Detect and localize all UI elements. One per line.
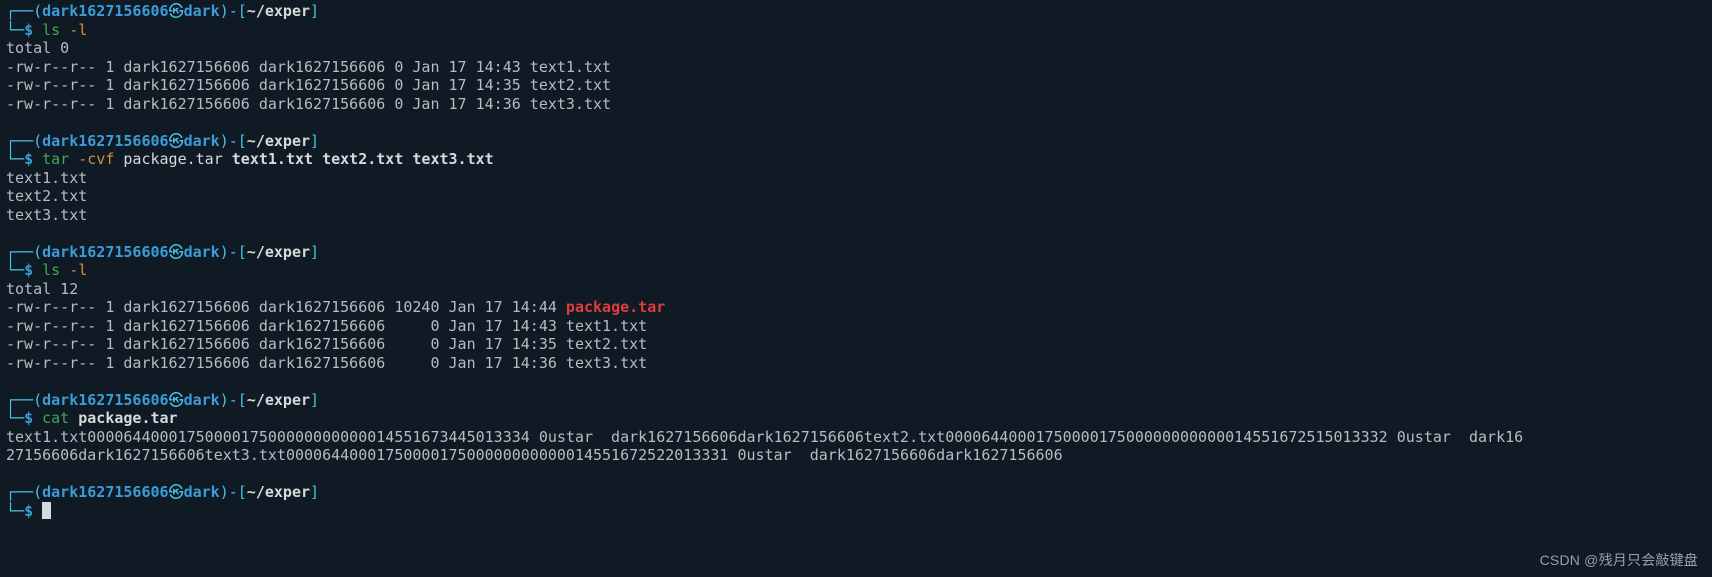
output-line: -rw-r--r-- 1 dark1627156606 dark16271566… [6, 317, 1706, 336]
output-line: text1.txt [6, 169, 1706, 188]
prompt-cmd[interactable]: └─$ [6, 502, 1706, 521]
prompt-cmd[interactable]: └─$ cat package.tar [6, 409, 1706, 428]
output-line: -rw-r--r-- 1 dark1627156606 dark16271566… [6, 298, 1706, 317]
blank-line [6, 224, 1706, 243]
output-line: -rw-r--r-- 1 dark1627156606 dark16271566… [6, 335, 1706, 354]
prompt-cmd[interactable]: └─$ ls -l [6, 21, 1706, 40]
output-line: total 12 [6, 280, 1706, 299]
blank-line [6, 372, 1706, 391]
blank-line [6, 520, 1706, 539]
blank-line [6, 113, 1706, 132]
output-line: -rw-r--r-- 1 dark1627156606 dark16271566… [6, 58, 1706, 77]
blank-line [6, 465, 1706, 484]
output-line: text1.txt0000644000175000017500000000000… [6, 428, 1706, 447]
output-line: 27156606dark1627156606text3.txt000064400… [6, 446, 1706, 465]
prompt-top: ┌──(dark1627156606㉿dark)-[~/exper] [6, 132, 1706, 151]
prompt-top: ┌──(dark1627156606㉿dark)-[~/exper] [6, 391, 1706, 410]
output-line: -rw-r--r-- 1 dark1627156606 dark16271566… [6, 76, 1706, 95]
cursor [42, 502, 51, 519]
output-line: total 0 [6, 39, 1706, 58]
output-line: text2.txt [6, 187, 1706, 206]
output-line: -rw-r--r-- 1 dark1627156606 dark16271566… [6, 354, 1706, 373]
prompt-cmd[interactable]: └─$ ls -l [6, 261, 1706, 280]
terminal[interactable]: ┌──(dark1627156606㉿dark)-[~/exper]└─$ ls… [0, 0, 1712, 539]
output-line: text3.txt [6, 206, 1706, 225]
prompt-top: ┌──(dark1627156606㉿dark)-[~/exper] [6, 243, 1706, 262]
prompt-cmd[interactable]: └─$ tar -cvf package.tar text1.txt text2… [6, 150, 1706, 169]
output-line: -rw-r--r-- 1 dark1627156606 dark16271566… [6, 95, 1706, 114]
csdn-watermark: CSDN @残月只会敲键盘 [1540, 551, 1698, 570]
prompt-top: ┌──(dark1627156606㉿dark)-[~/exper] [6, 2, 1706, 21]
prompt-top: ┌──(dark1627156606㉿dark)-[~/exper] [6, 483, 1706, 502]
